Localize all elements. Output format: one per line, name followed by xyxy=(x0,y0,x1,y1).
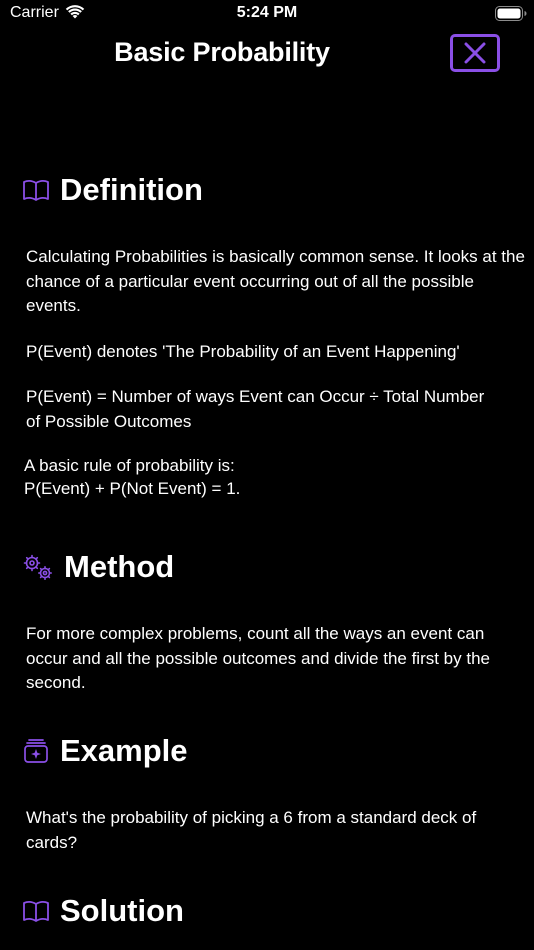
definition-paragraph-2: P(Event) denotes 'The Probability of an … xyxy=(26,342,460,361)
battery-icon xyxy=(495,6,527,21)
clock-time: 5:24 PM xyxy=(236,4,298,21)
close-button[interactable] xyxy=(450,34,500,72)
definition-rule-line-2: P(Event) + P(Not Event) = 1. xyxy=(24,479,241,498)
example-header: Example xyxy=(22,733,188,769)
example-paragraph: What's the probability of picking a 6 fr… xyxy=(26,808,477,852)
definition-title: Definition xyxy=(60,172,203,207)
method-paragraph: For more complex problems, count all the… xyxy=(26,624,490,692)
definition-rule: A basic rule of probability is: P(Event)… xyxy=(24,454,524,500)
sparkle-stack-icon xyxy=(22,737,50,765)
solution-title: Solution xyxy=(60,893,184,928)
status-bar: Carrier 5:24 PM xyxy=(0,0,534,30)
gears-icon xyxy=(22,553,54,581)
page-title: Basic Probability xyxy=(114,37,330,67)
book-icon xyxy=(22,897,50,925)
example-title: Example xyxy=(60,733,188,768)
solution-header: Solution xyxy=(22,893,184,929)
definition-header: Definition xyxy=(22,172,203,208)
definition-paragraph-1: Calculating Probabilities is basically c… xyxy=(26,247,525,315)
close-icon xyxy=(464,42,486,64)
book-icon xyxy=(22,176,50,204)
definition-rule-line-1: A basic rule of probability is: xyxy=(24,456,235,475)
definition-paragraph-3: P(Event) = Number of ways Event can Occu… xyxy=(26,387,485,431)
method-header: Method xyxy=(22,549,174,585)
method-title: Method xyxy=(64,549,175,584)
